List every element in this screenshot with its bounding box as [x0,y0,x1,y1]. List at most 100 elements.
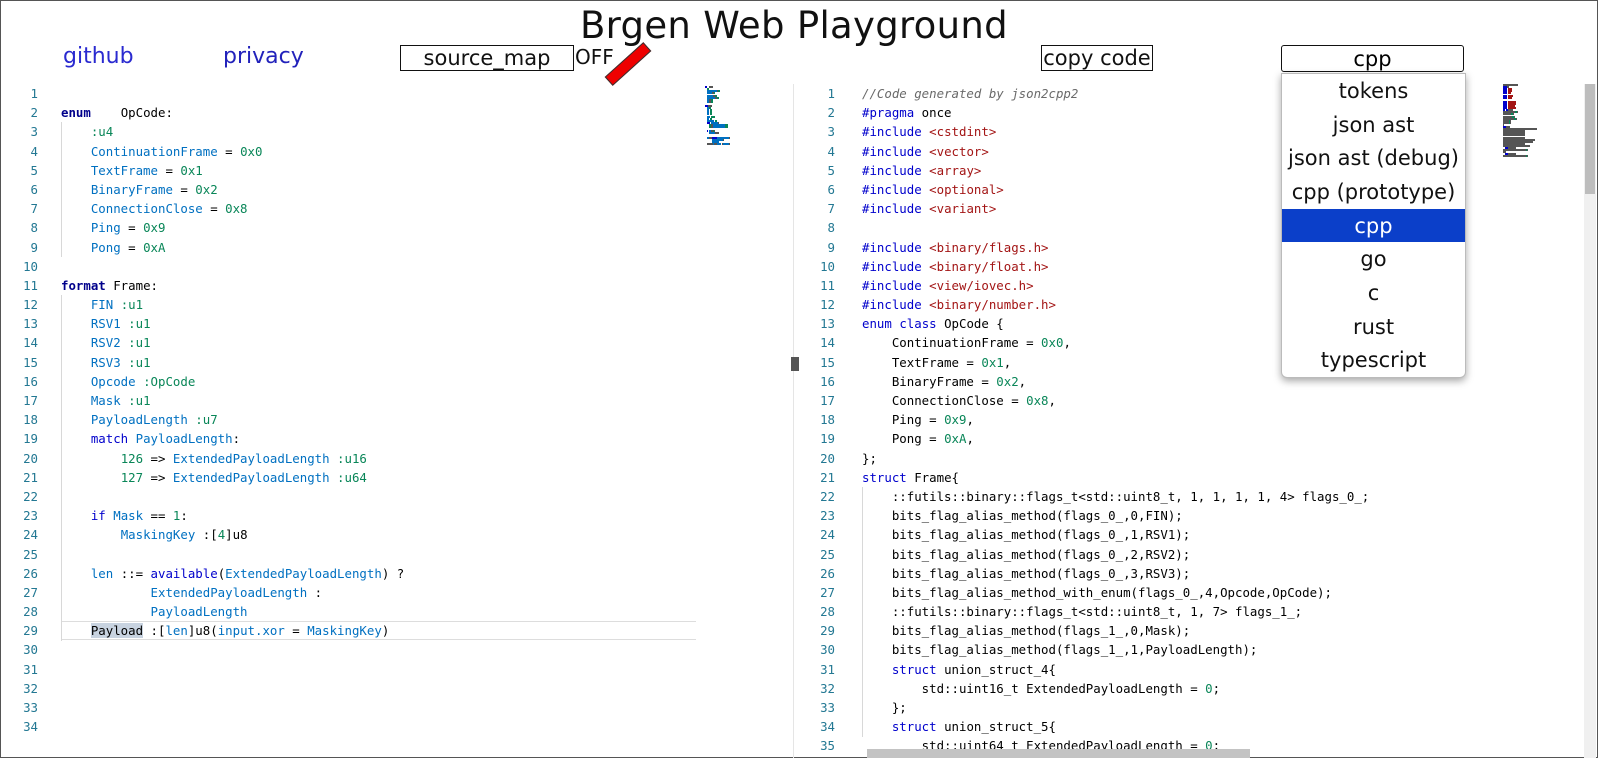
code-text: bits_flag_alias_method(flags_1_,1,Payloa… [862,642,1258,658]
line-number: 34 [820,719,835,735]
line-number: 22 [23,488,38,504]
code-line: 18 PayloadLength :u7 [2,410,782,429]
minimap-stripe [711,115,715,118]
minimap-stripe [713,126,725,128]
line-number: 20 [23,450,38,466]
minimap-stripe [723,138,725,141]
output-minimap[interactable] [1503,84,1583,434]
language-option[interactable]: rust [1282,310,1465,344]
code-line: 33 }; [795,698,1598,717]
line-number: 26 [820,565,835,581]
line-number: 21 [23,469,38,485]
code-text: Mask :u1 [90,393,151,408]
line-number: 12 [23,297,38,313]
code-text: Pong = 0xA, [862,431,974,447]
code-line: 10 [2,257,782,276]
line-number: 30 [23,642,38,658]
line-number: 19 [23,431,38,447]
language-option[interactable]: tokens [1282,74,1465,108]
minimap-stripe [725,126,728,128]
language-option[interactable]: json ast (debug) [1282,141,1465,175]
code-line: 3 #include <cstdint> [795,122,1598,141]
line-number: 27 [820,584,835,600]
language-option[interactable]: cpp [1282,208,1465,243]
line-number: 35 [820,738,835,754]
code-text: #include <array> [862,162,982,178]
line-number: 13 [820,316,835,332]
code-text: RSV1 :u1 [90,316,151,332]
code-line: 21 struct Frame{ [795,468,1598,487]
privacy-link[interactable]: privacy [223,44,304,69]
code-text: std::uint16_t ExtendedPayloadLength = 0; [862,680,1221,696]
code-line: 19 match PayloadLength: [2,429,782,448]
code-line: 4 #include <vector> [795,142,1598,161]
code-line: 23 if Mask == 1: [2,506,782,525]
source-minimap[interactable] [705,84,765,145]
minimap-stripe [711,100,713,103]
code-line: 34 [2,717,782,736]
code-line: 21 127 => ExtendedPayloadLength :u64 [2,468,782,487]
code-line: 15 TextFrame = 0x1, [795,353,1598,372]
source-editor[interactable]: 1 2 enum OpCode: 3 :u4 4 ContinuationFrame =… [2,84,782,758]
code-line: 7 #include <variant> [795,199,1598,218]
language-select[interactable]: cpp [1281,45,1464,72]
code-line: 11 #include <view/iovec.h> [795,276,1598,295]
language-option[interactable]: json ast [1282,108,1465,142]
code-text: TextFrame = 0x1, [862,354,1012,370]
code-line: 17 Mask :u1 [2,391,782,410]
language-option[interactable]: cpp (prototype) [1282,175,1465,209]
code-line: 2 #pragma once [795,103,1598,122]
github-link[interactable]: github [63,44,134,69]
line-number: 15 [23,354,38,370]
output-editor[interactable]: 1 //Code generated by json2cpp2 2 #pragma o… [795,84,1598,758]
line-number: 6 [827,181,835,197]
code-text: }; [862,700,907,715]
code-text: Ping = 0x9, [862,412,974,428]
code-line: 8 Ping = 0x9 [2,218,782,237]
code-text: #include <view/iovec.h> [862,277,1034,293]
code-text: Payload :[len]u8(input.xor = MaskingKey) [90,623,390,639]
code-line: 16 BinaryFrame = 0x2, [795,372,1598,391]
code-text: struct union_struct_4{ [891,661,1056,677]
line-number: 2 [30,105,38,121]
code-line: 19 Pong = 0xA, [795,429,1598,448]
code-text: bits_flag_alias_method(flags_1_,0,Mask); [862,623,1191,639]
code-line: 22 ::futils::binary::flags_t<std::uint8_… [795,487,1598,506]
code-text: bits_flag_alias_method(flags_0_,3,RSV3); [862,565,1191,581]
minimap-stripe [1503,155,1526,158]
indent-guide [61,295,62,641]
code-line: 1 //Code generated by json2cpp2 [795,84,1598,103]
code-line: 26 len ::= available(ExtendedPayloadLeng… [2,564,782,583]
code-text: Pong = 0xA [90,239,166,255]
code-line: 12 FIN :u1 [2,295,782,314]
code-text: format Frame: [61,277,158,293]
code-text: #include <cstdint> [862,124,997,140]
line-number: 1 [30,86,38,101]
code-text: len ::= available(ExtendedPayloadLength)… [90,565,405,581]
output-horizontal-scroll-thumb[interactable] [867,749,1250,758]
source-map-button[interactable]: source_map [400,45,574,71]
code-text: enum class OpCode { [862,316,1004,332]
code-line: 1 [2,84,782,103]
language-option[interactable]: c [1282,276,1465,310]
line-number: 9 [827,239,835,255]
code-text: ExtendedPayloadLength : [150,584,323,600]
page-title: Brgen Web Playground [580,4,1008,47]
code-line: 33 [2,698,782,717]
output-vertical-scroll-thumb[interactable] [1585,84,1595,194]
code-text: Opcode :OpCode [90,373,196,389]
line-number: 26 [23,565,38,581]
minimap-stripe [1510,121,1511,124]
code-line: 20 126 => ExtendedPayloadLength :u16 [2,449,782,468]
language-option[interactable]: go [1282,242,1465,276]
minimap-stripe [1516,111,1518,114]
language-option[interactable]: typescript [1282,344,1465,378]
code-line: 6 #include <optional> [795,180,1598,199]
copy-code-button[interactable]: copy code [1041,45,1153,71]
minimap-stripe [1526,155,1528,158]
code-text: bits_flag_alias_method(flags_0_,1,RSV1); [862,527,1191,543]
line-number: 1 [827,86,835,101]
code-text: 127 => ExtendedPayloadLength :u64 [120,469,367,485]
minimap-stripe [709,86,714,89]
code-text: if Mask == 1: [90,508,188,524]
